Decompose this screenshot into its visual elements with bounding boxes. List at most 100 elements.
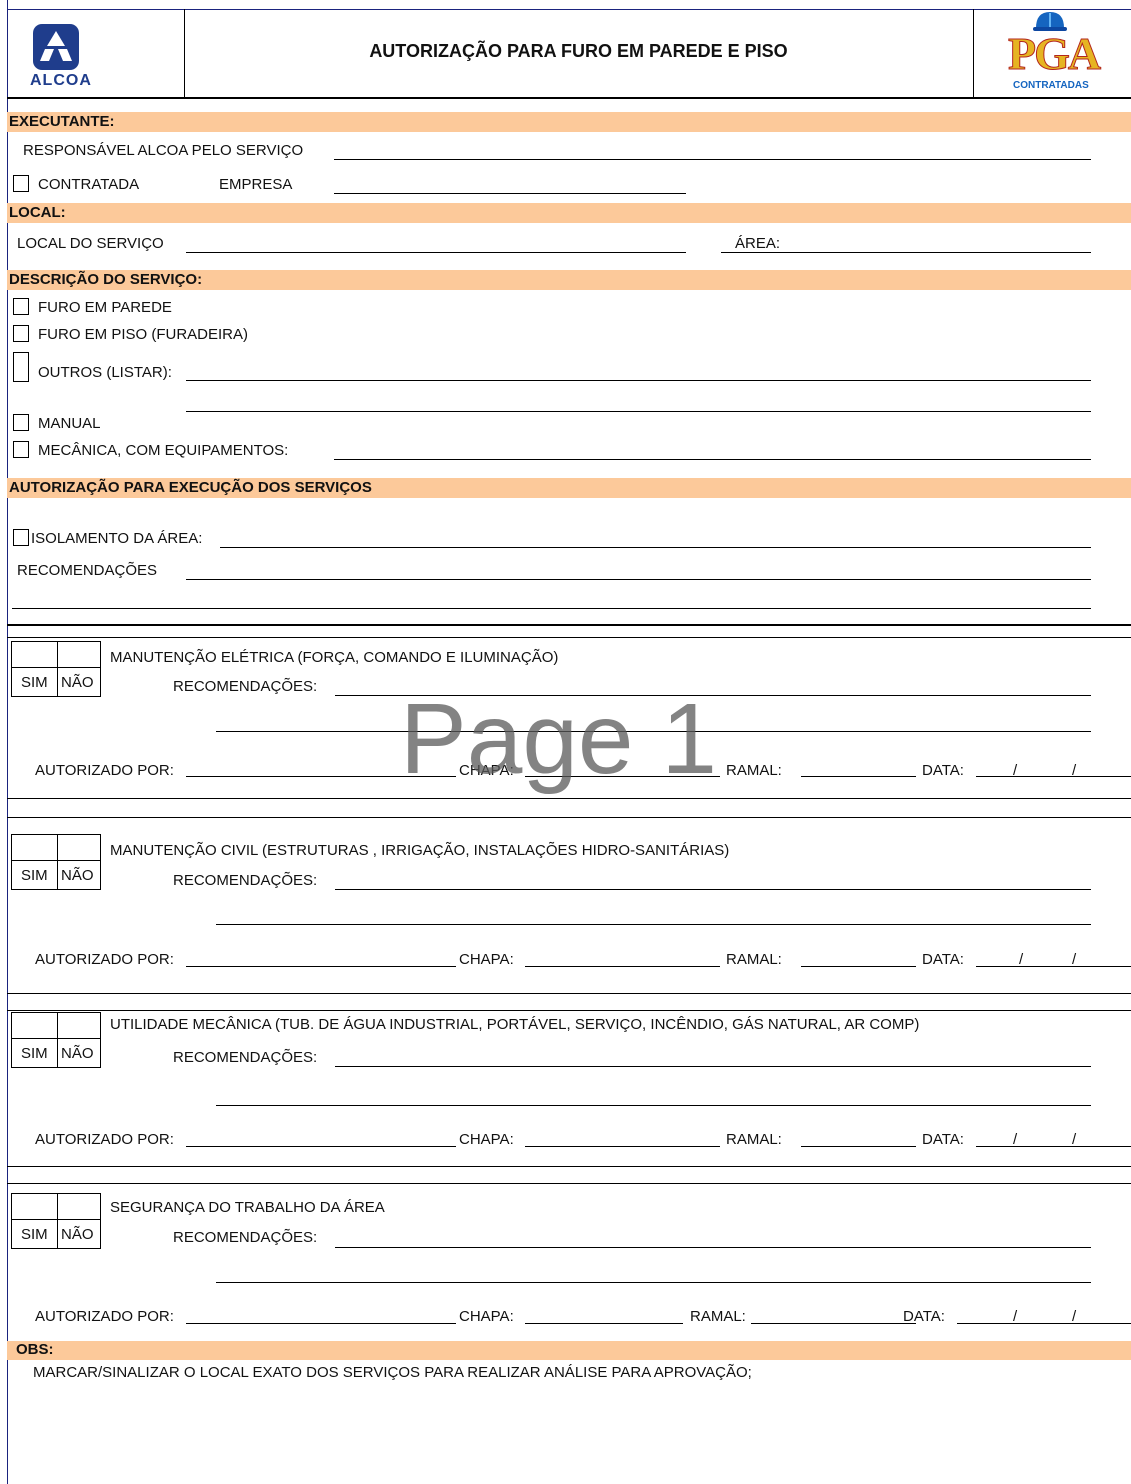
section3-data-field[interactable] (976, 1146, 1131, 1147)
isolamento-field[interactable] (220, 547, 1091, 548)
section2-data-slash-2: / (1072, 951, 1077, 968)
section4-recomendacoes-field-2[interactable] (216, 1282, 1091, 1283)
manual-checkbox[interactable] (13, 414, 29, 431)
section3-data-slash-1: / (1013, 1131, 1018, 1148)
header-top-border (7, 9, 1131, 10)
section3-recomendacoes-field-1[interactable] (335, 1066, 1091, 1067)
sim-label-1[interactable]: SIM (21, 674, 48, 692)
section2-recomendacoes-field-1[interactable] (335, 889, 1091, 890)
executante-heading: EXECUTANTE: (9, 113, 115, 130)
pga-logo-text: PGA (1007, 28, 1101, 79)
section-bar-autorizacao: AUTORIZAÇÃO PARA EXECUÇÃO DOS SERVIÇOS (7, 478, 1131, 498)
sim-label-4[interactable]: SIM (21, 1226, 48, 1244)
section1-data-slash-1: / (1013, 762, 1018, 779)
section1-ramal-label: RAMAL: (726, 762, 782, 779)
section2-title: MANUTENÇÃO CIVIL (ESTRUTURAS , IRRIGAÇÃO… (110, 842, 730, 859)
header-divider-right (973, 9, 974, 98)
section1-ramal-field[interactable] (801, 776, 916, 777)
outros-checkbox[interactable] (13, 352, 29, 382)
section-bar-local: LOCAL: (7, 203, 1131, 223)
section4-title: SEGURANÇA DO TRABALHO DA ÁREA (110, 1199, 385, 1216)
area-label: ÁREA: (735, 235, 781, 252)
section-bar-executante: EXECUTANTE: (7, 112, 1131, 132)
pga-logo-subtext: CONTRATADAS (1013, 80, 1089, 91)
section3-recomendacoes-label: RECOMENDAÇÕES: (173, 1049, 318, 1066)
sim-nao-divider-h-2 (11, 860, 101, 861)
section2-data-slash-1: / (1019, 951, 1024, 968)
local-servico-label: LOCAL DO SERVIÇO (17, 235, 164, 252)
recomendacoes-label: RECOMENDAÇÕES (17, 562, 158, 579)
section3-chapa-label: CHAPA: (459, 1131, 514, 1148)
furo-parede-checkbox[interactable] (13, 298, 29, 315)
section3-data-label: DATA: (922, 1131, 964, 1148)
obs-text: MARCAR/SINALIZAR O LOCAL EXATO DOS SERVI… (33, 1364, 752, 1381)
section1-title: MANUTENÇÃO ELÉTRICA (FORÇA, COMANDO E IL… (110, 649, 559, 666)
section4-chapa-label: CHAPA: (459, 1308, 514, 1325)
sim-nao-divider-v-4 (57, 1193, 58, 1249)
section3-ramal-field[interactable] (801, 1146, 916, 1147)
section1-top-border-2 (7, 637, 1131, 638)
local-heading: LOCAL: (9, 204, 66, 221)
outros-field-1[interactable] (186, 380, 1091, 381)
recomendacoes-field-1[interactable] (186, 579, 1091, 580)
furo-piso-checkbox[interactable] (13, 325, 29, 342)
mecanica-field[interactable] (334, 459, 1091, 460)
isolamento-checkbox[interactable] (13, 529, 29, 546)
sim-nao-divider-v-2 (57, 834, 58, 890)
section-bar-obs: OBS: (7, 1341, 1131, 1360)
sim-nao-divider-h-4 (11, 1219, 101, 1220)
outros-label: OUTROS (LISTAR): (38, 364, 172, 381)
section4-data-slash-2: / (1072, 1308, 1077, 1325)
section4-ramal-label: RAMAL: (690, 1308, 746, 1325)
section1-autorizado-label: AUTORIZADO POR: (35, 762, 174, 779)
section2-ramal-label: RAMAL: (726, 951, 782, 968)
section1-data-label: DATA: (922, 762, 964, 779)
section2-autorizado-field[interactable] (186, 966, 456, 967)
section4-autorizado-field[interactable] (186, 1323, 456, 1324)
section4-top-border (7, 1166, 1131, 1167)
responsavel-field[interactable] (334, 159, 1091, 160)
contratada-checkbox[interactable] (13, 175, 29, 192)
isolamento-label: ISOLAMENTO DA ÁREA: (31, 530, 203, 547)
furo-piso-label: FURO EM PISO (FURADEIRA) (38, 326, 249, 343)
mecanica-checkbox[interactable] (13, 441, 29, 458)
section2-data-field[interactable] (976, 966, 1131, 967)
page-watermark: Page 1 (400, 683, 717, 795)
sim-nao-divider-v-1 (57, 641, 58, 697)
section4-autorizado-label: AUTORIZADO POR: (35, 1308, 174, 1325)
section3-recomendacoes-field-2[interactable] (216, 1105, 1091, 1106)
section3-chapa-field[interactable] (525, 1146, 720, 1147)
section2-ramal-field[interactable] (801, 966, 916, 967)
nao-label-4[interactable]: NÃO (61, 1226, 94, 1244)
section4-ramal-field[interactable] (751, 1323, 916, 1324)
empresa-field[interactable] (334, 193, 686, 194)
section2-chapa-field[interactable] (525, 966, 720, 967)
nao-label-3[interactable]: NÃO (61, 1045, 94, 1063)
sim-label-2[interactable]: SIM (21, 867, 48, 885)
alcoa-logo-text: ALCOA (30, 72, 92, 89)
section4-data-field[interactable] (957, 1323, 1131, 1324)
local-servico-field[interactable] (186, 252, 686, 253)
section2-chapa-label: CHAPA: (459, 951, 514, 968)
nao-label-2[interactable]: NÃO (61, 867, 94, 885)
section3-top-border (7, 993, 1131, 994)
section2-autorizado-label: AUTORIZADO POR: (35, 951, 174, 968)
area-field[interactable] (721, 252, 1091, 253)
section3-data-slash-2: / (1072, 1131, 1077, 1148)
section4-recomendacoes-field-1[interactable] (335, 1247, 1091, 1248)
section4-chapa-field[interactable] (525, 1323, 683, 1324)
furo-parede-label: FURO EM PAREDE (38, 299, 172, 316)
section2-recomendacoes-field-2[interactable] (216, 924, 1091, 925)
autorizacao-heading: AUTORIZAÇÃO PARA EXECUÇÃO DOS SERVIÇOS (9, 479, 372, 496)
nao-label-1[interactable]: NÃO (61, 674, 94, 692)
section-bar-descricao: DESCRIÇÃO DO SERVIÇO: (7, 270, 1131, 290)
section3-title: UTILIDADE MECÂNICA (TUB. DE ÁGUA INDUSTR… (110, 1016, 920, 1033)
section3-autorizado-field[interactable] (186, 1146, 456, 1147)
sim-nao-divider-h-3 (11, 1038, 101, 1039)
outros-field-2[interactable] (186, 411, 1091, 412)
section1-data-field[interactable] (976, 776, 1131, 777)
section2-top-border-2 (7, 817, 1131, 818)
sim-label-3[interactable]: SIM (21, 1045, 48, 1063)
header-bottom-border (7, 97, 1131, 99)
recomendacoes-field-2[interactable] (12, 608, 1091, 609)
